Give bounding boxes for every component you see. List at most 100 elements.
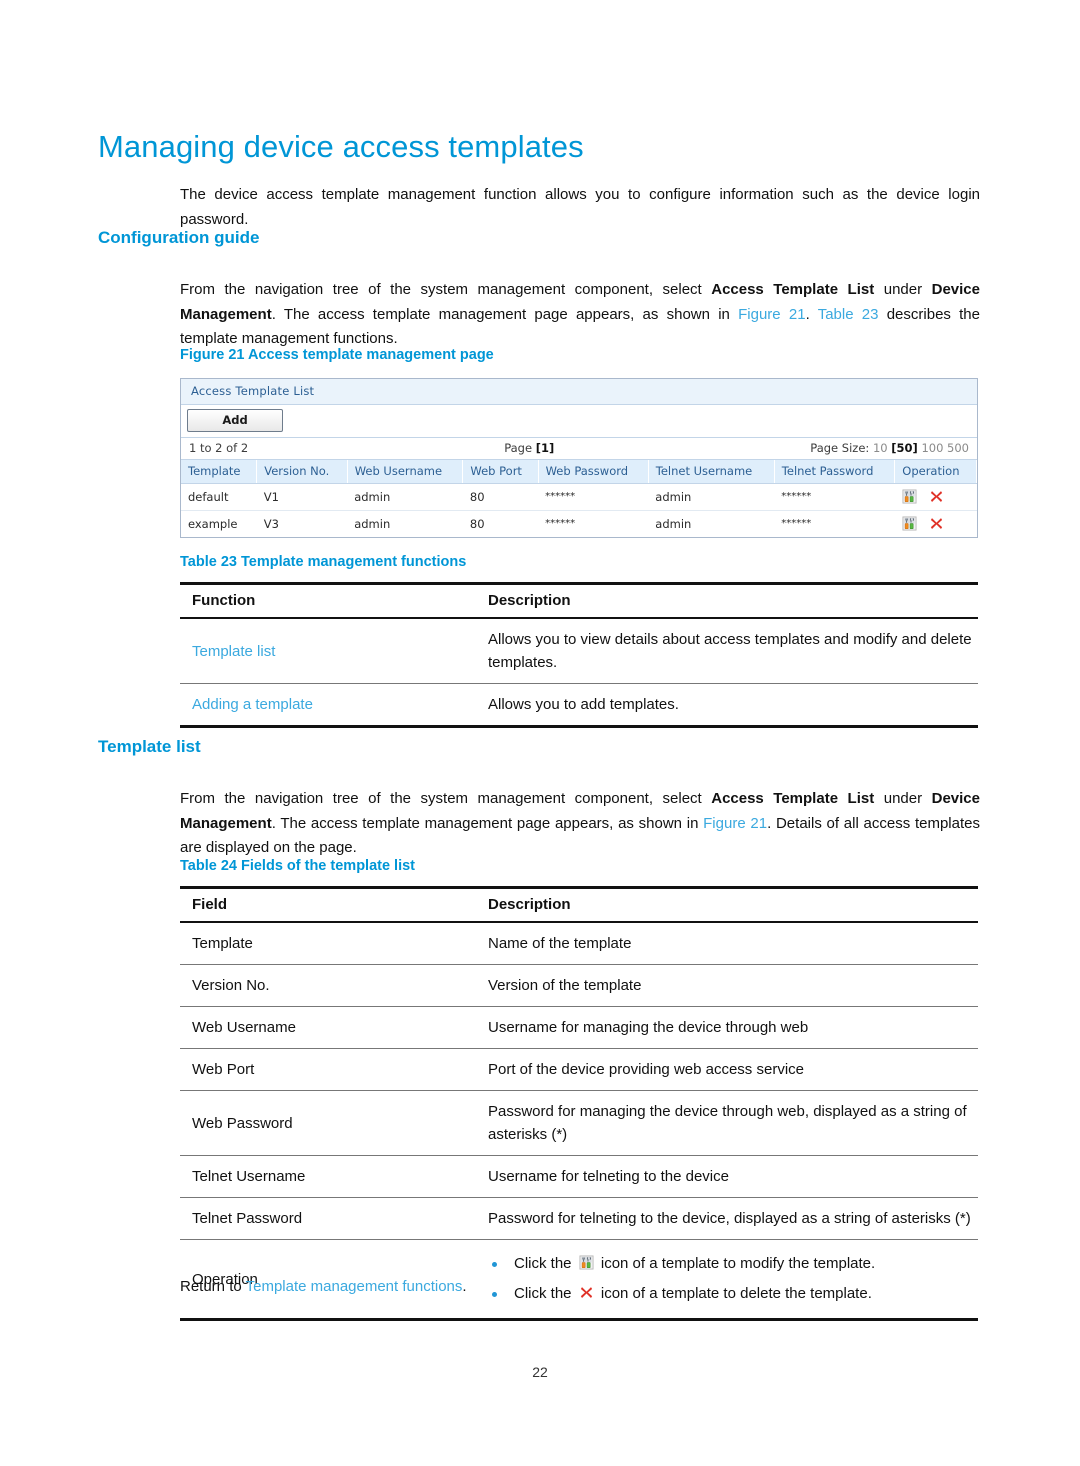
return-text-after: .: [462, 1278, 467, 1295]
cell-operation: [895, 511, 977, 538]
table-row: Template Name of the template: [180, 922, 978, 965]
page-number: 22: [532, 1364, 548, 1380]
table-23-cell-function: Template list: [180, 618, 476, 684]
tpl-text-1: From the navigation tree of the system m…: [180, 790, 712, 807]
page-size-option-100[interactable]: 100: [921, 441, 943, 455]
delete-icon[interactable]: [929, 516, 944, 531]
table-24-cell-description-operation: Click the icon of a template to modify t…: [476, 1239, 978, 1321]
bullet-1-text-before: Click the: [514, 1255, 576, 1272]
column-header-telnet-username[interactable]: Telnet Username: [648, 460, 775, 484]
link-template-management-functions[interactable]: Template management functions: [246, 1278, 463, 1295]
table-24-cell-field: Template: [180, 922, 476, 965]
table-row: Telnet Password Password for telneting t…: [180, 1197, 978, 1240]
table-24-cell-field: Web Port: [180, 1048, 476, 1091]
cfg-bold-access-template-list: Access Template List: [711, 281, 875, 298]
intro-text: The device access template management fu…: [180, 186, 980, 228]
page-size-label: Page Size:: [810, 441, 870, 455]
delete-icon: [579, 1281, 594, 1298]
section-heading-configuration-guide: Configuration guide: [98, 228, 260, 247]
configuration-guide-paragraph: From the navigation tree of the system m…: [180, 278, 980, 352]
table-24-cell-field: Telnet Username: [180, 1155, 476, 1198]
table-23-cell-description: Allows you to view details about access …: [476, 618, 978, 684]
document-page: Managing device access templates The dev…: [0, 0, 1080, 1466]
template-list-paragraph: From the navigation tree of the system m…: [180, 787, 980, 861]
cell-web-password: ******: [545, 518, 576, 529]
modify-icon[interactable]: [902, 516, 917, 531]
page-size-control: Page Size: 10 [50] 100 500: [810, 441, 969, 455]
table-row: Web Port Port of the device providing we…: [180, 1048, 978, 1091]
cfg-text-1: From the navigation tree of the system m…: [180, 281, 712, 298]
operation-bullet-delete: Click the icon of a template to delete t…: [488, 1279, 972, 1309]
intro-paragraph: The device access template management fu…: [180, 183, 980, 232]
page-title: Managing device access templates: [98, 128, 584, 164]
modify-icon[interactable]: [902, 489, 917, 504]
link-figure-21-second[interactable]: Figure 21: [703, 815, 767, 832]
column-header-operation: Operation: [894, 460, 977, 484]
cfg-text-2: under: [874, 281, 932, 298]
modify-icon: [579, 1251, 594, 1270]
table-23-cell-function: Adding a template: [180, 683, 476, 728]
cfg-text-3: . The access template management page ap…: [271, 305, 739, 323]
page-size-option-50-selected[interactable]: [50]: [891, 441, 918, 455]
record-range-label: 1 to 2 of 2: [189, 441, 249, 455]
table-row: Version No. Version of the template: [180, 964, 978, 1007]
table-24-cell-description: Name of the template: [476, 922, 978, 965]
cell-template: default: [181, 483, 257, 511]
add-button[interactable]: Add: [187, 409, 283, 432]
return-to-line: Return to Template management functions.: [180, 1278, 467, 1295]
table-row: Telnet Username Username for telneting t…: [180, 1155, 978, 1198]
column-header-web-username[interactable]: Web Username: [347, 460, 464, 484]
bullet-1-text-after: icon of a template to modify the templat…: [596, 1255, 876, 1272]
section-heading-template-list: Template list: [98, 737, 201, 756]
table-24-header-row: Field Description: [180, 886, 978, 923]
table-row: Adding a template Allows you to add temp…: [180, 683, 978, 728]
cfg-text-4: .: [805, 305, 818, 323]
table-23-caption: Table 23 Template management functions: [180, 554, 467, 570]
bullet-2-text-after: icon of a template to delete the templat…: [596, 1285, 872, 1302]
table-23-header-function: Function: [180, 582, 476, 619]
link-table-23[interactable]: Table 23: [818, 306, 879, 323]
table-24-cell-description: Password for managing the device through…: [476, 1090, 978, 1156]
cell-telnet-username: admin: [648, 483, 775, 511]
page-current[interactable]: [1]: [536, 441, 555, 455]
table-row: example V3 admin 80 ****** admin ******: [181, 511, 977, 538]
column-header-web-port[interactable]: Web Port: [462, 460, 539, 484]
column-header-telnet-password[interactable]: Telnet Password: [774, 460, 896, 484]
figure-21-caption: Figure 21 Access template management pag…: [180, 347, 494, 363]
figure-21-screenshot: Access Template List Add 1 to 2 of 2 Pag…: [180, 378, 978, 538]
cell-operation: [894, 483, 977, 511]
table-row: default V1 admin 80 ****** admin ******: [181, 483, 977, 511]
table-row: Web Username Username for managing the d…: [180, 1006, 978, 1049]
page-size-option-10[interactable]: 10: [873, 441, 888, 455]
table-23-header-description: Description: [476, 582, 978, 619]
return-text-before: Return to: [180, 1278, 246, 1295]
panel-title: Access Template List: [181, 379, 977, 405]
bullet-2-text-before: Click the: [514, 1285, 576, 1302]
link-adding-a-template[interactable]: Adding a template: [192, 696, 313, 713]
link-figure-21[interactable]: Figure 21: [738, 306, 805, 323]
tpl-text-3: . The access template management page ap…: [271, 814, 704, 832]
link-template-list[interactable]: Template list: [192, 643, 275, 660]
table-24-cell-description: Username for telneting to the device: [476, 1155, 978, 1198]
cell-version: V1: [256, 483, 348, 511]
column-header-web-password[interactable]: Web Password: [538, 460, 649, 484]
column-header-version-no[interactable]: Version No.: [256, 460, 348, 484]
cell-telnet-username: admin: [655, 516, 692, 531]
cell-web-port: 80: [462, 483, 539, 511]
tpl-text-2: under: [874, 790, 932, 807]
page-size-option-500[interactable]: 500: [947, 441, 969, 455]
table-row: Web Password Password for managing the d…: [180, 1090, 978, 1156]
page-label: Page: [504, 441, 533, 455]
table-23-cell-description: Allows you to add templates.: [476, 683, 978, 728]
operation-bullet-modify: Click the icon of a template to modify t…: [488, 1249, 972, 1279]
cell-web-password: ******: [538, 483, 649, 511]
table-24-cell-field: Web Password: [180, 1090, 476, 1156]
table-header-row: Template Version No. Web Username Web Po…: [181, 460, 977, 484]
delete-icon[interactable]: [929, 489, 944, 504]
pagination-bar: 1 to 2 of 2 Page [1] Page Size: 10 [50] …: [181, 438, 977, 460]
page-indicator: Page [1]: [248, 441, 810, 455]
panel-toolbar: Add: [181, 405, 977, 438]
cell-web-username: admin: [347, 483, 463, 511]
table-24-cell-field: Telnet Password: [180, 1197, 476, 1240]
column-header-template[interactable]: Template: [181, 460, 258, 484]
